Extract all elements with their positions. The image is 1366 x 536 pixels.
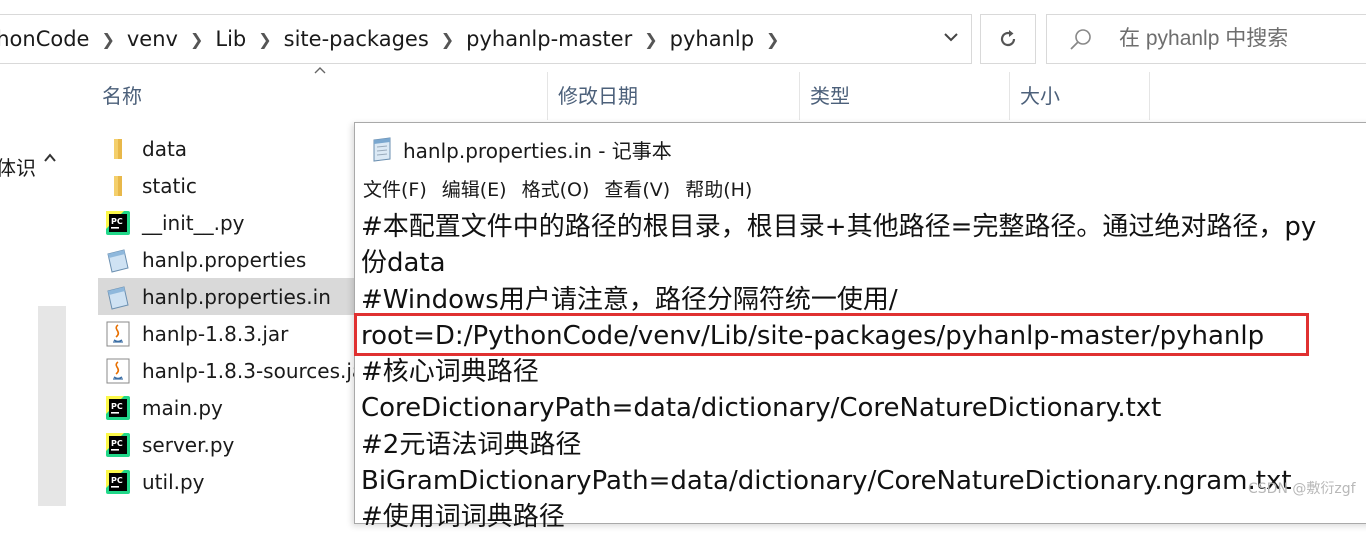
column-header-size[interactable]: 大小 xyxy=(1010,72,1150,120)
folder-icon xyxy=(104,172,132,200)
text-line: #2元语法词典路径 xyxy=(361,429,582,460)
file-name: util.py xyxy=(142,469,205,494)
window-title-bar[interactable]: hanlp.properties.in - 记事本 xyxy=(369,131,672,167)
navigation-pane: 体识 xyxy=(0,70,66,506)
notepad-file-icon xyxy=(104,246,132,274)
notepad-file-icon xyxy=(104,283,132,311)
file-row[interactable]: PC util.py xyxy=(98,463,358,500)
file-row[interactable]: hanlp.properties xyxy=(98,241,358,278)
chevron-right-icon[interactable]: ❯ xyxy=(95,30,126,49)
column-header-name[interactable]: 名称 xyxy=(92,72,548,120)
svg-text:PC: PC xyxy=(111,476,123,485)
java-jar-icon xyxy=(104,357,132,385)
column-headers: 名称 修改日期 类型 大小 xyxy=(66,67,1366,120)
breadcrumb-item[interactable]: site-packages xyxy=(284,27,435,51)
refresh-icon xyxy=(1000,30,1016,47)
file-list: data static PC __init__.py hanlp.properties h… xyxy=(98,130,372,500)
text-line: 份data xyxy=(361,248,446,279)
chevron-up-icon[interactable] xyxy=(42,150,58,170)
breadcrumb-item[interactable]: pyhanlp-master xyxy=(466,27,638,51)
column-header-date[interactable]: 修改日期 xyxy=(548,72,800,120)
file-name: __init__.py xyxy=(142,210,245,235)
java-jar-icon xyxy=(104,320,132,348)
file-name: hanlp-1.8.3-sources.jar xyxy=(142,358,373,383)
file-row[interactable]: data xyxy=(98,130,358,167)
text-line: CoreDictionaryPath=data/dictionary/CoreN… xyxy=(361,393,1162,424)
breadcrumb-item[interactable]: venv xyxy=(127,27,184,51)
notepad-icon xyxy=(373,137,391,162)
file-row[interactable]: hanlp-1.8.3-sources.jar xyxy=(98,352,372,389)
file-row[interactable]: hanlp-1.8.3.jar xyxy=(98,315,358,352)
pycharm-file-icon: PC xyxy=(104,209,132,237)
file-row[interactable]: PC server.py xyxy=(98,426,358,463)
watermark: CSDN @敷衍zgf xyxy=(1248,481,1356,497)
menu-bar: 文件(F) 编辑(E) 格式(O) 查看(V) 帮助(H) xyxy=(363,175,767,202)
folder-icon xyxy=(104,135,132,163)
text-line: BiGramDictionaryPath=data/dictionary/Cor… xyxy=(361,466,1292,497)
file-name: hanlp.properties.in xyxy=(142,284,331,309)
pycharm-file-icon: PC xyxy=(104,394,132,422)
chevron-right-icon[interactable]: ❯ xyxy=(184,30,215,49)
file-name: hanlp-1.8.3.jar xyxy=(142,321,289,346)
pycharm-file-icon: PC xyxy=(104,468,132,496)
file-name: hanlp.properties xyxy=(142,247,307,272)
file-name: main.py xyxy=(142,395,223,420)
breadcrumb: thonCode❯ venv❯ Lib❯ site-packages❯ pyha… xyxy=(0,15,791,63)
file-row[interactable]: PC main.py xyxy=(98,389,358,426)
file-name: static xyxy=(142,173,197,198)
text-line: #本配置文件中的路径的根目录，根目录+其他路径=完整路径。通过绝对路径，py xyxy=(361,212,1317,242)
chevron-down-icon[interactable] xyxy=(938,27,964,53)
text-line: #使用词词典路径 xyxy=(361,502,565,533)
menu-help[interactable]: 帮助(H) xyxy=(685,175,752,202)
search-placeholder: 在 pyhanlp 中搜索 xyxy=(1119,27,1289,50)
pycharm-file-icon: PC xyxy=(104,431,132,459)
window-title: hanlp.properties.in - 记事本 xyxy=(403,138,672,163)
highlight-annotation-box xyxy=(354,313,1309,356)
chevron-right-icon[interactable]: ❯ xyxy=(638,30,669,49)
chevron-right-icon[interactable]: ❯ xyxy=(252,30,283,49)
address-bar[interactable]: thonCode❯ venv❯ Lib❯ site-packages❯ pyha… xyxy=(0,14,972,64)
search-icon xyxy=(1070,29,1091,50)
text-line: #核心词典路径 xyxy=(361,357,539,388)
menu-file[interactable]: 文件(F) xyxy=(363,175,427,202)
breadcrumb-item[interactable]: Lib xyxy=(215,27,252,51)
refresh-button[interactable] xyxy=(980,14,1036,64)
breadcrumb-item[interactable]: pyhanlp xyxy=(670,27,760,51)
menu-format[interactable]: 格式(O) xyxy=(522,175,590,202)
column-header-type[interactable]: 类型 xyxy=(800,72,1010,120)
svg-text:PC: PC xyxy=(111,217,123,226)
menu-view[interactable]: 查看(V) xyxy=(604,175,670,202)
search-input[interactable]: 在 pyhanlp 中搜索 xyxy=(1046,14,1366,64)
svg-text:PC: PC xyxy=(111,439,123,448)
breadcrumb-item[interactable]: thonCode xyxy=(0,27,95,51)
file-name: data xyxy=(142,136,188,161)
text-editor[interactable]: #本配置文件中的路径的根目录，根目录+其他路径=完整路径。通过绝对路径，py 份… xyxy=(361,209,1366,536)
nav-item-label[interactable]: 体识 xyxy=(0,152,36,181)
nav-scrollbar[interactable] xyxy=(38,306,66,506)
file-row[interactable]: static xyxy=(98,167,358,204)
menu-edit[interactable]: 编辑(E) xyxy=(442,175,507,202)
file-row[interactable]: hanlp.properties.in xyxy=(98,278,358,315)
chevron-right-icon[interactable]: ❯ xyxy=(435,30,466,49)
file-name: server.py xyxy=(142,432,235,457)
file-row[interactable]: PC __init__.py xyxy=(98,204,358,241)
chevron-right-icon[interactable]: ❯ xyxy=(760,30,791,49)
sort-ascending-icon xyxy=(314,62,326,78)
svg-text:PC: PC xyxy=(111,402,123,411)
